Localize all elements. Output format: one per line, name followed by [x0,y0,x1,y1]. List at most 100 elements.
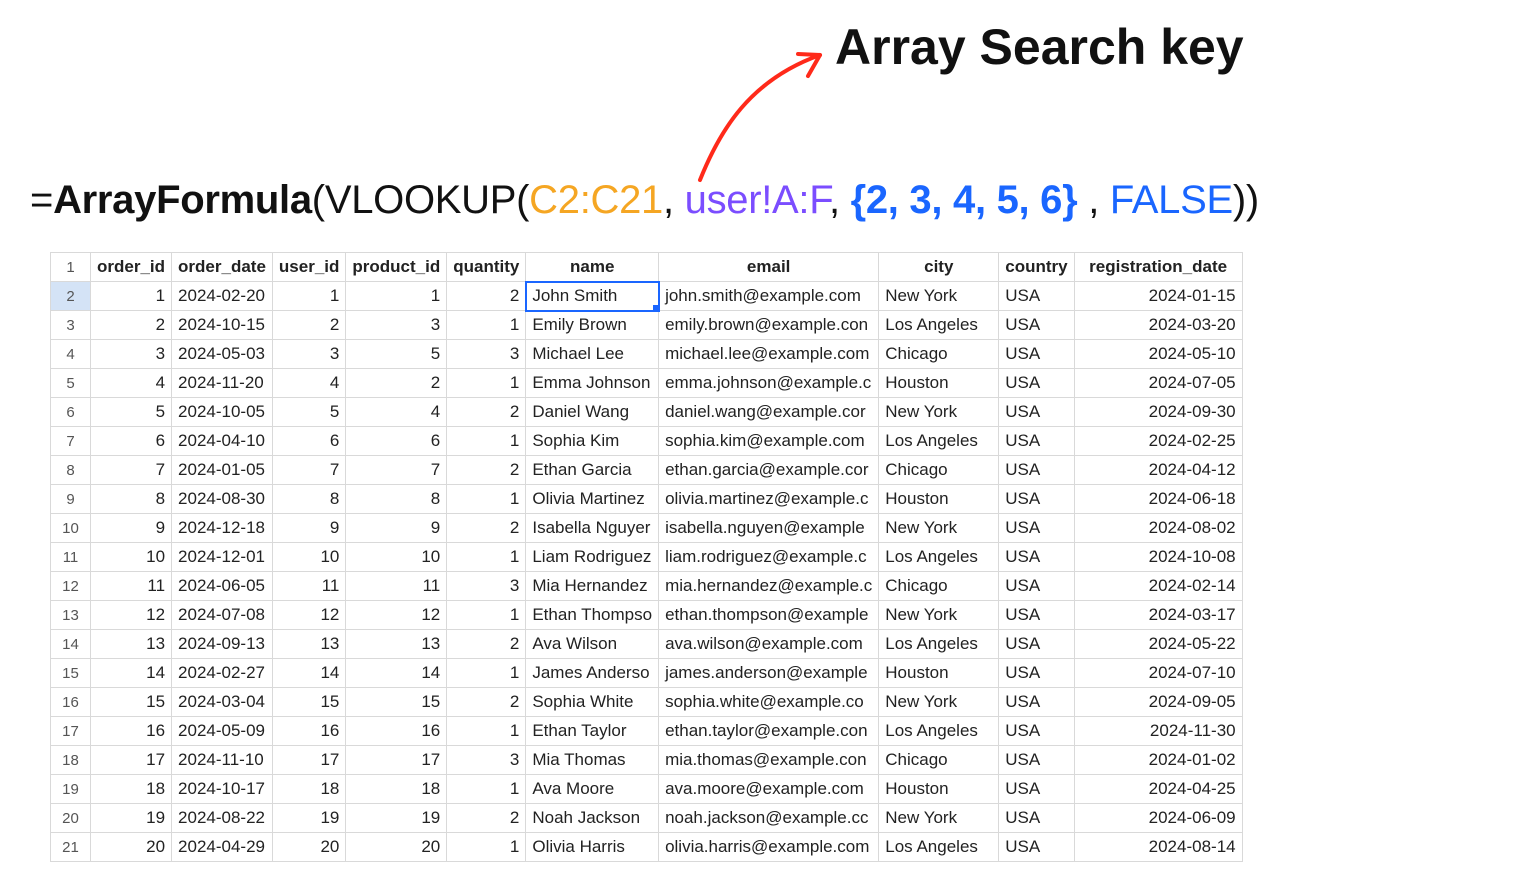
cell-registration-date[interactable]: 2024-05-10 [1074,340,1242,369]
cell-country[interactable]: USA [999,746,1074,775]
cell-city[interactable]: Chicago [879,340,999,369]
row-number[interactable]: 19 [51,775,91,804]
cell-name[interactable]: Emily Brown [526,311,659,340]
cell-product-id[interactable]: 10 [346,543,447,572]
cell-order-date[interactable]: 2024-11-10 [172,746,273,775]
cell-email[interactable]: ava.wilson@example.com [659,630,879,659]
cell-registration-date[interactable]: 2024-03-20 [1074,311,1242,340]
cell-registration-date[interactable]: 2024-11-30 [1074,717,1242,746]
cell-product-id[interactable]: 14 [346,659,447,688]
cell-order-date[interactable]: 2024-10-15 [172,311,273,340]
cell-country[interactable]: USA [999,601,1074,630]
cell-user-id[interactable]: 18 [272,775,345,804]
row-number[interactable]: 7 [51,427,91,456]
cell-email[interactable]: sophia.white@example.co [659,688,879,717]
cell-order-date[interactable]: 2024-03-04 [172,688,273,717]
cell-order-id[interactable]: 16 [91,717,172,746]
cell-order-date[interactable]: 2024-06-05 [172,572,273,601]
cell-product-id[interactable]: 19 [346,804,447,833]
cell-order-id[interactable]: 7 [91,456,172,485]
cell-registration-date[interactable]: 2024-07-05 [1074,369,1242,398]
cell-city[interactable]: Los Angeles [879,833,999,862]
cell-country[interactable]: USA [999,572,1074,601]
cell-registration-date[interactable]: 2024-09-30 [1074,398,1242,427]
cell-email[interactable]: james.anderson@example [659,659,879,688]
cell-user-id[interactable]: 15 [272,688,345,717]
cell-quantity[interactable]: 1 [447,369,526,398]
cell-order-date[interactable]: 2024-12-01 [172,543,273,572]
cell-quantity[interactable]: 2 [447,630,526,659]
cell-quantity[interactable]: 1 [447,659,526,688]
cell-registration-date[interactable]: 2024-08-14 [1074,833,1242,862]
cell-country[interactable]: USA [999,688,1074,717]
cell-country[interactable]: USA [999,456,1074,485]
cell-country[interactable]: USA [999,514,1074,543]
cell-registration-date[interactable]: 2024-05-22 [1074,630,1242,659]
cell-order-id[interactable]: 8 [91,485,172,514]
cell-product-id[interactable]: 17 [346,746,447,775]
cell-quantity[interactable]: 1 [447,543,526,572]
cell-order-id[interactable]: 12 [91,601,172,630]
cell-order-date[interactable]: 2024-10-05 [172,398,273,427]
cell-name[interactable]: Mia Thomas [526,746,659,775]
cell-name[interactable]: Mia Hernandez [526,572,659,601]
cell-order-id[interactable]: 3 [91,340,172,369]
cell-order-date[interactable]: 2024-08-30 [172,485,273,514]
cell-country[interactable]: USA [999,282,1074,311]
cell-order-id[interactable]: 20 [91,833,172,862]
cell-order-date[interactable]: 2024-09-13 [172,630,273,659]
cell-country[interactable]: USA [999,543,1074,572]
cell-name[interactable]: Sophia Kim [526,427,659,456]
cell-email[interactable]: ethan.thompson@example [659,601,879,630]
cell-city[interactable]: Chicago [879,456,999,485]
cell-quantity[interactable]: 1 [447,833,526,862]
cell-quantity[interactable]: 2 [447,398,526,427]
cell-product-id[interactable]: 1 [346,282,447,311]
cell-city[interactable]: Los Angeles [879,717,999,746]
row-number[interactable]: 6 [51,398,91,427]
cell-registration-date[interactable]: 2024-06-18 [1074,485,1242,514]
cell-quantity[interactable]: 1 [447,601,526,630]
cell-email[interactable]: noah.jackson@example.cc [659,804,879,833]
row-number[interactable]: 10 [51,514,91,543]
cell-email[interactable]: liam.rodriguez@example.c [659,543,879,572]
header-country[interactable]: country [999,253,1074,282]
header-order-id[interactable]: order_id [91,253,172,282]
cell-registration-date[interactable]: 2024-02-14 [1074,572,1242,601]
cell-registration-date[interactable]: 2024-10-08 [1074,543,1242,572]
cell-email[interactable]: daniel.wang@example.cor [659,398,879,427]
cell-country[interactable]: USA [999,717,1074,746]
cell-country[interactable]: USA [999,340,1074,369]
cell-product-id[interactable]: 2 [346,369,447,398]
cell-city[interactable]: Chicago [879,746,999,775]
cell-registration-date[interactable]: 2024-04-25 [1074,775,1242,804]
cell-order-id[interactable]: 17 [91,746,172,775]
cell-registration-date[interactable]: 2024-04-12 [1074,456,1242,485]
cell-registration-date[interactable]: 2024-01-15 [1074,282,1242,311]
header-order-date[interactable]: order_date [172,253,273,282]
cell-country[interactable]: USA [999,427,1074,456]
cell-user-id[interactable]: 1 [272,282,345,311]
cell-order-id[interactable]: 6 [91,427,172,456]
cell-product-id[interactable]: 12 [346,601,447,630]
row-number[interactable]: 3 [51,311,91,340]
cell-name[interactable]: Liam Rodriguez [526,543,659,572]
cell-name[interactable]: Olivia Martinez [526,485,659,514]
cell-registration-date[interactable]: 2024-01-02 [1074,746,1242,775]
cell-user-id[interactable]: 13 [272,630,345,659]
cell-product-id[interactable]: 15 [346,688,447,717]
cell-city[interactable]: New York [879,514,999,543]
cell-name[interactable]: Michael Lee [526,340,659,369]
cell-quantity[interactable]: 2 [447,688,526,717]
cell-quantity[interactable]: 2 [447,282,526,311]
cell-user-id[interactable]: 12 [272,601,345,630]
cell-quantity[interactable]: 2 [447,514,526,543]
cell-quantity[interactable]: 2 [447,456,526,485]
cell-country[interactable]: USA [999,398,1074,427]
cell-city[interactable]: Houston [879,369,999,398]
cell-city[interactable]: Houston [879,659,999,688]
cell-order-date[interactable]: 2024-08-22 [172,804,273,833]
cell-registration-date[interactable]: 2024-03-17 [1074,601,1242,630]
row-number[interactable]: 16 [51,688,91,717]
cell-product-id[interactable]: 4 [346,398,447,427]
